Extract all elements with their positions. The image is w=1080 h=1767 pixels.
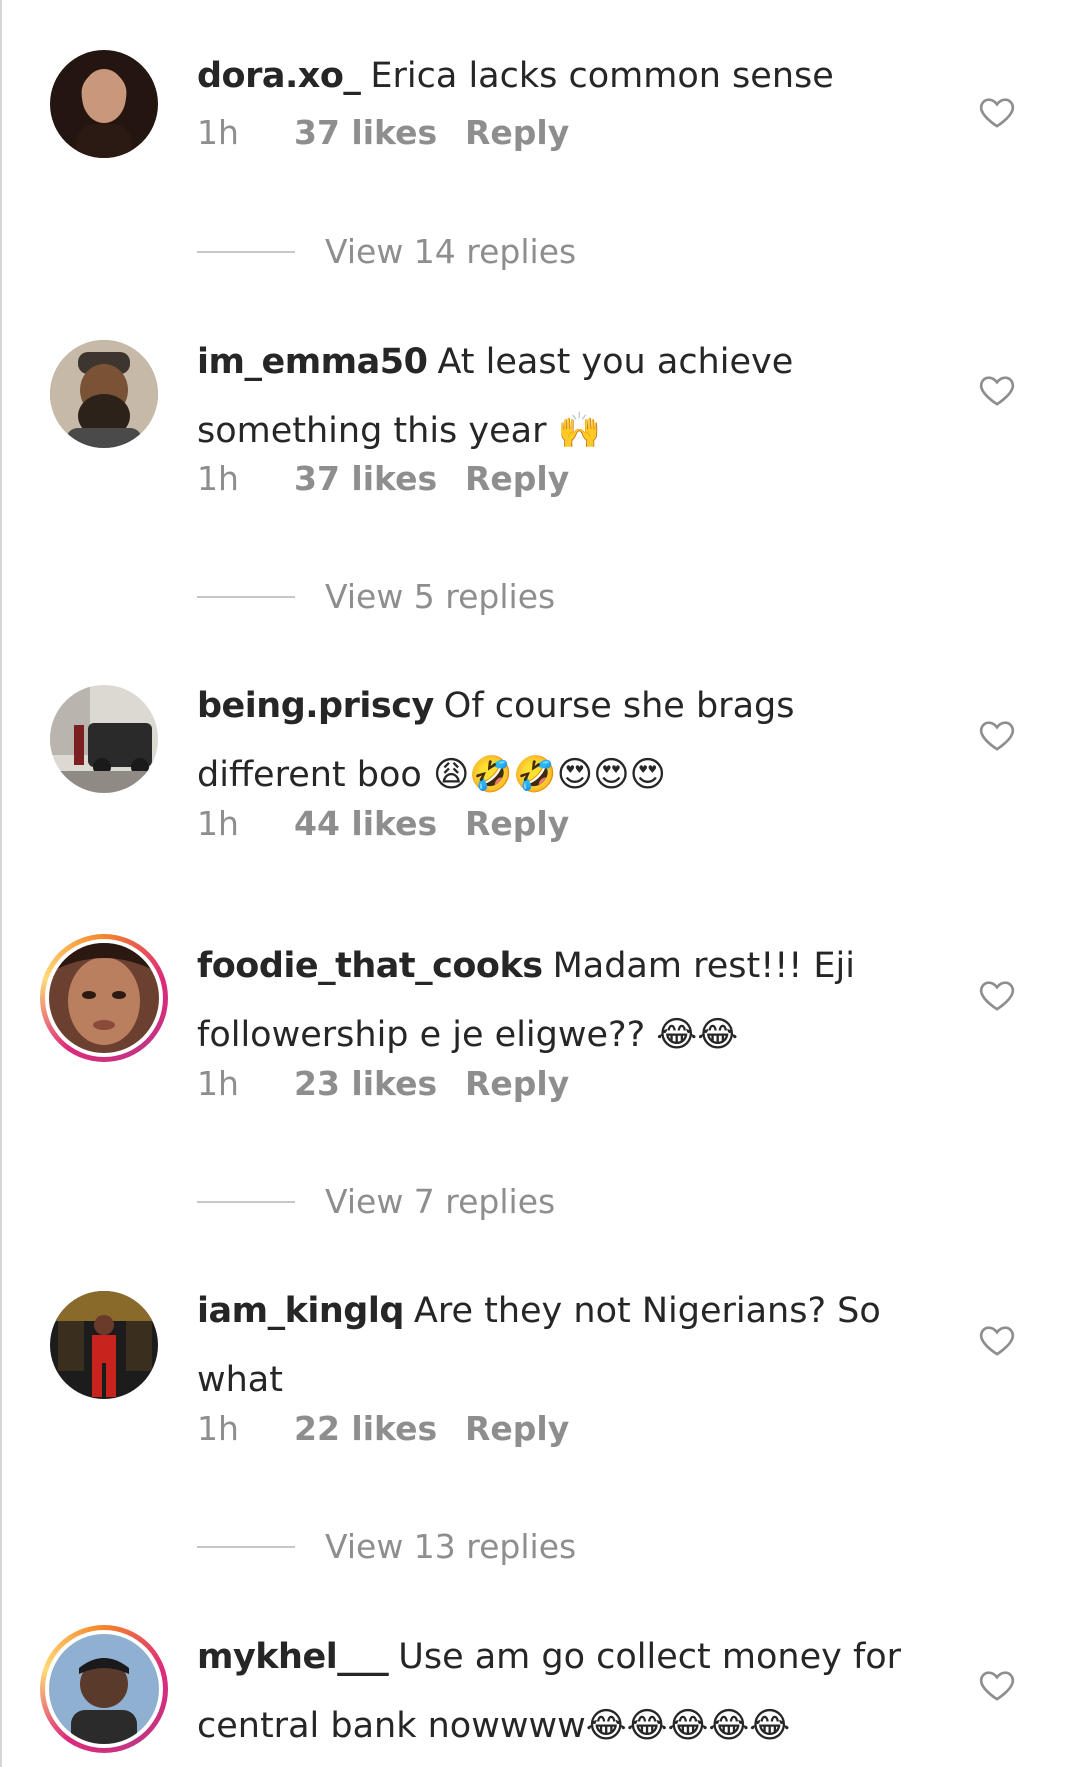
username[interactable]: foodie_that_cooks	[197, 946, 543, 986]
divider-line	[197, 595, 295, 598]
timestamp: 1h	[197, 458, 239, 498]
comment-text: Erica lacks common sense	[370, 56, 834, 96]
username[interactable]: being.priscy	[197, 686, 434, 726]
avatar-story-ring[interactable]	[40, 1625, 168, 1753]
likes-count[interactable]: 37 likes	[294, 113, 465, 152]
reply-button[interactable]: Reply	[465, 459, 569, 498]
comment-meta: 1h 22 likes Reply	[197, 1408, 569, 1448]
comment-body: being.priscy Of course she brags differen…	[197, 672, 937, 810]
comment-meta: 1h 44 likes Reply	[197, 803, 569, 843]
reply-button[interactable]: Reply	[465, 113, 569, 152]
comment-body: iam_kinglq Are they not Nigerians? So wha…	[197, 1277, 937, 1415]
reply-button[interactable]: Reply	[465, 1064, 569, 1103]
heart-icon[interactable]	[977, 975, 1017, 1015]
avatar[interactable]	[50, 340, 158, 448]
username[interactable]: iam_kinglq	[197, 1291, 404, 1331]
avatar-image	[49, 1634, 159, 1744]
timestamp: 1h	[197, 112, 239, 152]
heart-icon[interactable]	[977, 715, 1017, 755]
likes-count[interactable]: 44 likes	[294, 804, 465, 843]
view-replies-button[interactable]: View 7 replies	[197, 1182, 555, 1221]
view-replies-label: View 14 replies	[325, 232, 577, 271]
comment-meta: 1h 23 likes Reply	[197, 1063, 569, 1103]
username[interactable]: im_emma50	[197, 342, 428, 382]
comment-body: im_emma50 At least you achieve something …	[197, 328, 937, 466]
heart-icon[interactable]	[977, 1320, 1017, 1360]
likes-count[interactable]: 37 likes	[294, 459, 465, 498]
likes-count[interactable]: 23 likes	[294, 1064, 465, 1103]
divider-line	[197, 1545, 295, 1548]
divider-line	[197, 250, 295, 253]
timestamp: 1h	[197, 1063, 239, 1103]
avatar-image	[50, 1291, 158, 1399]
avatar-story-ring[interactable]	[40, 934, 168, 1062]
reply-button[interactable]: Reply	[465, 1409, 569, 1448]
view-replies-label: View 13 replies	[325, 1527, 577, 1566]
view-replies-label: View 5 replies	[325, 577, 556, 616]
comment-meta: 1h 37 likes Reply	[197, 458, 569, 498]
username[interactable]: mykhel___	[197, 1637, 389, 1677]
avatar-image	[50, 340, 158, 448]
heart-icon[interactable]	[977, 1665, 1017, 1705]
timestamp: 1h	[197, 1408, 239, 1448]
username[interactable]: dora.xo_	[197, 56, 361, 96]
avatar-image	[76, 69, 132, 158]
comment-body: foodie_that_cooks Madam rest!!! Eji follo…	[197, 932, 937, 1070]
view-replies-button[interactable]: View 5 replies	[197, 577, 555, 616]
view-replies-label: View 7 replies	[325, 1182, 556, 1221]
avatar-image	[50, 685, 158, 793]
reply-button[interactable]: Reply	[465, 804, 569, 843]
view-replies-button[interactable]: View 13 replies	[197, 1527, 576, 1566]
comment-body: dora.xo_ Erica lacks common sense	[197, 42, 937, 111]
comment-meta: 1h 37 likes Reply	[197, 112, 569, 152]
avatar[interactable]	[50, 1291, 158, 1399]
avatar[interactable]	[50, 685, 158, 793]
view-replies-button[interactable]: View 14 replies	[197, 232, 576, 271]
heart-icon[interactable]	[977, 370, 1017, 410]
timestamp: 1h	[197, 803, 239, 843]
comment-body: mykhel___ Use am go collect money for cen…	[197, 1623, 937, 1761]
avatar-image	[49, 943, 159, 1053]
divider-line	[197, 1200, 295, 1203]
likes-count[interactable]: 22 likes	[294, 1409, 465, 1448]
avatar[interactable]	[50, 50, 158, 158]
heart-icon[interactable]	[977, 92, 1017, 132]
